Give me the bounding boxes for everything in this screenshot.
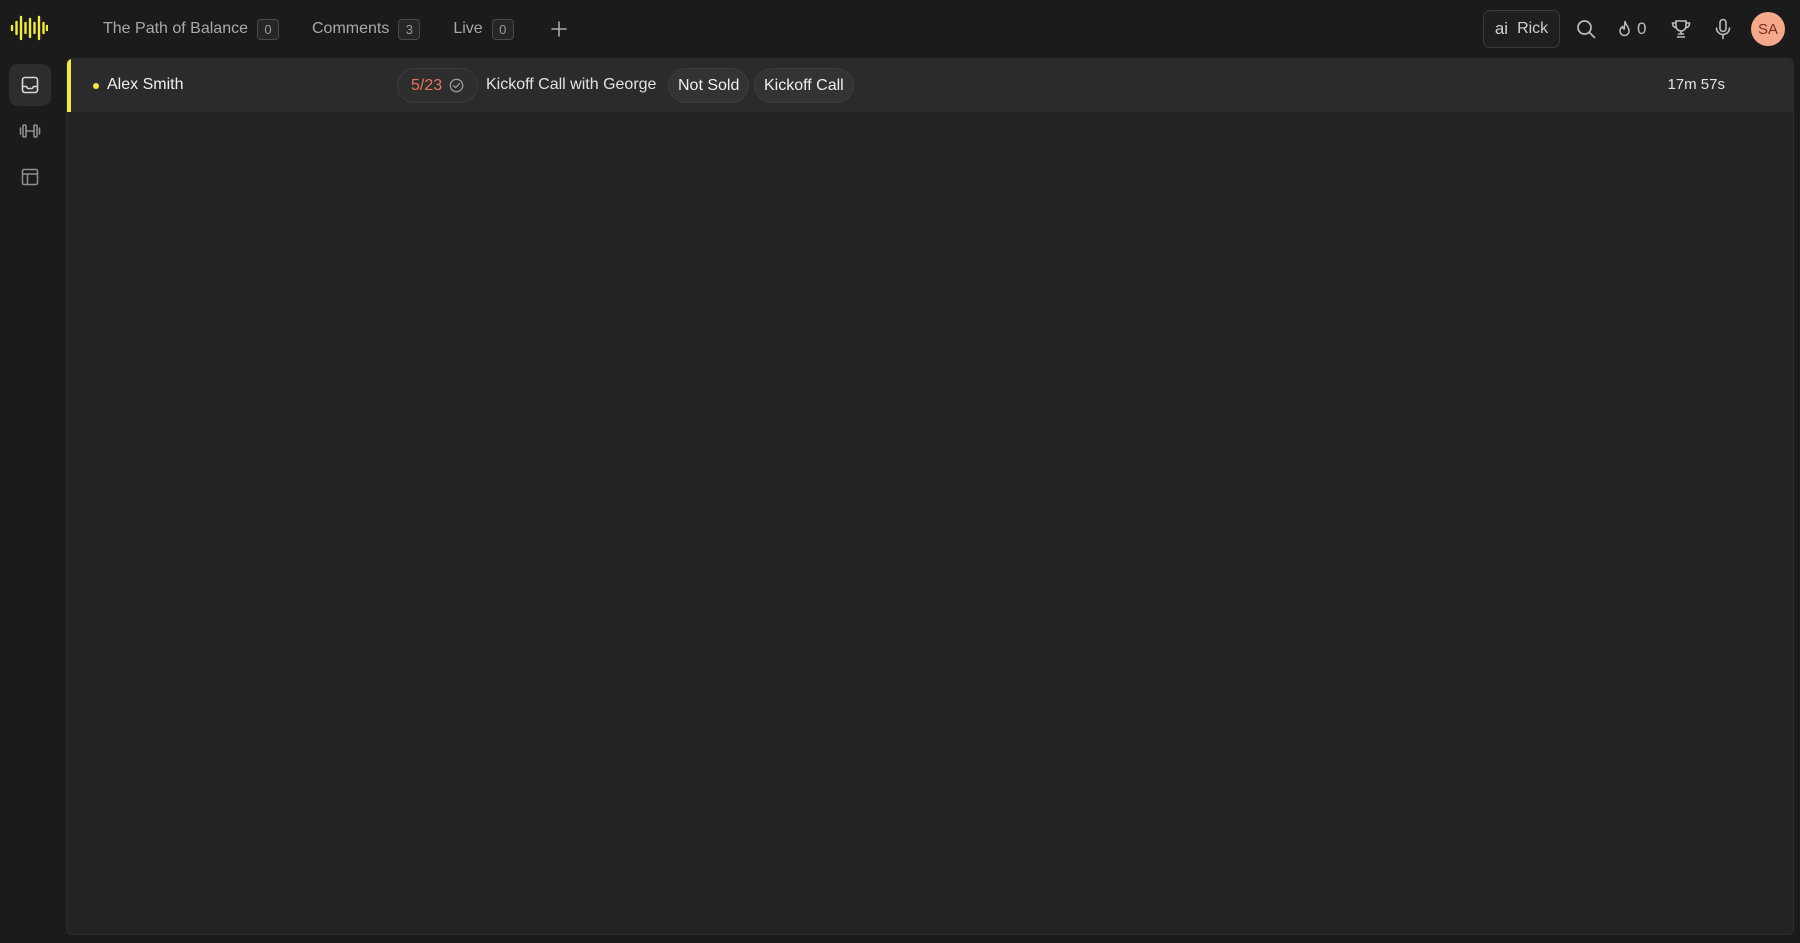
leaderboard-button[interactable] [1669,17,1693,41]
score-value: 5/23 [411,76,443,94]
tab-label: Live [453,20,483,37]
call-duration: 17m 57s [1667,76,1725,93]
score-badge[interactable]: 5/23 [397,68,479,103]
sidebar-item-training[interactable] [9,110,51,152]
sidebar [0,58,60,943]
tab-label: The Path of Balance [103,20,248,37]
rep-name: Alex Smith [107,76,184,93]
check-circle-icon [449,78,464,93]
call-list-panel: Alex Smith 5/23 Kickoff Call with George… [66,58,1794,935]
dumbbell-icon [19,124,41,138]
sidebar-item-inbox[interactable] [9,64,51,106]
tab-comments[interactable]: Comments 3 [311,18,421,40]
tab-label: Comments [311,20,390,37]
trophy-icon [1671,20,1691,38]
streak-counter[interactable]: 0 [1617,17,1646,41]
add-tab-button[interactable] [547,17,571,41]
microphone-button[interactable] [1711,17,1735,41]
microphone-icon [1715,18,1731,40]
tab-bar: The Path of Balance 0 Comments 3 Live 0 [103,0,571,58]
search-button[interactable] [1574,17,1598,41]
tag-call-type[interactable]: Kickoff Call [754,68,854,103]
tab-count: 0 [256,18,279,40]
call-title: Kickoff Call with George [486,76,657,93]
ai-assistant-name: Rick [1517,20,1549,37]
inbox-icon [21,76,39,94]
search-icon [1577,20,1596,39]
streak-count: 0 [1637,19,1647,38]
ai-icon: ai [1494,19,1509,38]
call-row[interactable]: Alex Smith 5/23 Kickoff Call with George… [67,59,1793,112]
tab-path-of-balance[interactable]: The Path of Balance 0 [103,18,279,40]
soundwave-logo-icon[interactable] [10,14,49,42]
ai-assistant-button[interactable]: ai Rick [1483,10,1560,48]
plus-icon [550,21,567,37]
user-avatar[interactable]: SA [1751,12,1785,46]
layout-icon [21,168,39,186]
tab-count: 0 [491,18,514,40]
tab-live[interactable]: Live 0 [453,18,514,40]
top-bar: The Path of Balance 0 Comments 3 Live 0 … [0,0,1800,58]
tag-outcome[interactable]: Not Sold [668,68,750,103]
status-dot [93,83,99,89]
flame-icon [1619,20,1630,36]
sidebar-item-layout[interactable] [9,156,51,198]
tab-count: 3 [398,18,421,40]
